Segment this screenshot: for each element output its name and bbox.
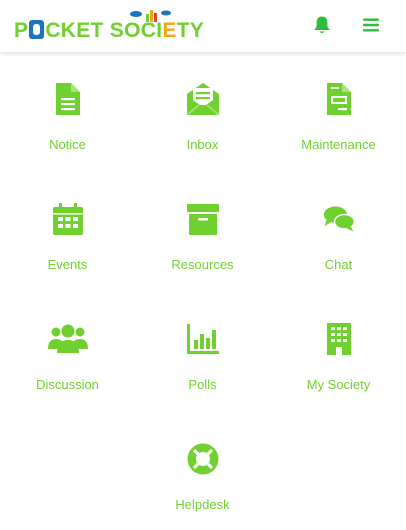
tile-label: Inbox — [186, 137, 219, 152]
tile-label: Polls — [188, 377, 217, 392]
tile-label: Discussion — [36, 377, 99, 392]
top-header: P CKET SOCIETY — [0, 0, 406, 52]
tile-label: Notice — [49, 137, 86, 152]
tile-notice[interactable]: Notice — [0, 52, 135, 162]
users-group-icon — [47, 324, 88, 353]
logo-letters-2: CKET SOCI — [45, 19, 163, 42]
life-ring-icon — [187, 443, 218, 475]
logo-o-mark — [29, 20, 45, 39]
tile-my-society[interactable]: My Society — [271, 292, 406, 402]
tile-events[interactable]: Events — [0, 172, 135, 282]
calendar-icon — [52, 203, 83, 235]
app-screen: P CKET SOCIETY Notice Inbox Maintenance … — [0, 0, 406, 530]
logo-letters-1: P — [14, 19, 29, 42]
tile-chat[interactable]: Chat — [271, 172, 406, 282]
archive-box-icon — [186, 204, 219, 235]
logo-skyline-icon — [130, 10, 171, 22]
tile-label: My Society — [306, 377, 371, 392]
invoice-icon — [326, 83, 351, 115]
tile-inbox[interactable]: Inbox — [135, 52, 270, 162]
tile-label: Events — [47, 257, 88, 272]
tile-label: Resources — [171, 257, 234, 272]
bar-chart-icon — [186, 324, 219, 354]
tile-discussion[interactable]: Discussion — [0, 292, 135, 402]
tile-label: Maintenance — [301, 137, 376, 152]
hamburger-menu-icon[interactable] — [362, 17, 380, 33]
tile-resources[interactable]: Resources — [135, 172, 270, 282]
chat-bubbles-icon — [323, 206, 355, 232]
tile-label: Chat — [324, 257, 353, 272]
envelope-open-icon — [186, 83, 219, 116]
document-icon — [55, 83, 80, 115]
tile-helpdesk[interactable]: Helpdesk — [135, 412, 270, 522]
logo-letters-3: TY — [176, 19, 205, 42]
pocket-society-logo[interactable]: P CKET SOCIETY — [14, 8, 204, 44]
tile-label: Helpdesk — [175, 497, 230, 512]
building-icon — [326, 323, 351, 355]
tile-maintenance[interactable]: Maintenance — [271, 52, 406, 162]
bell-icon[interactable] — [313, 15, 331, 35]
tile-polls[interactable]: Polls — [135, 292, 270, 402]
